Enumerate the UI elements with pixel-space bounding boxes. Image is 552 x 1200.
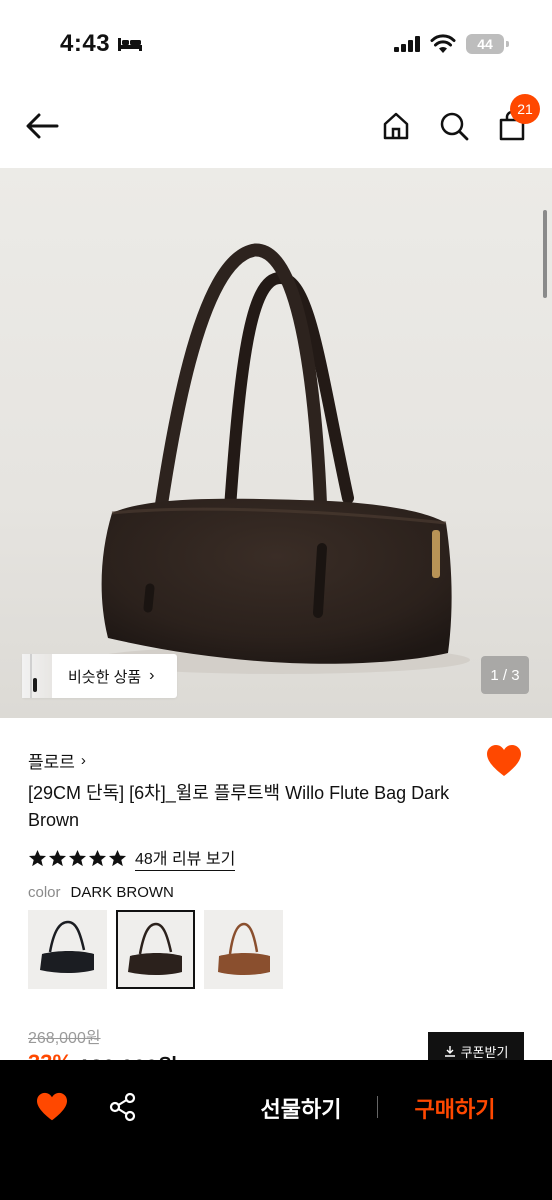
- color-row: color DARK BROWN: [28, 884, 174, 901]
- status-time: 4:43: [60, 30, 111, 57]
- swatch-brown[interactable]: [204, 910, 283, 989]
- heart-icon: [37, 1092, 67, 1121]
- divider: [377, 1096, 378, 1118]
- similar-products-button[interactable]: 비슷한 상품 ›: [22, 654, 177, 698]
- swatch-bag-image: [40, 920, 94, 973]
- product-title: [29CM 단독] [6차]_윌로 플루트백 Willo Flute Bag D…: [28, 783, 450, 830]
- product-image[interactable]: [0, 168, 552, 718]
- download-icon: [444, 1046, 455, 1057]
- star-icon: [48, 849, 67, 866]
- buy-button[interactable]: 구매하기: [392, 1090, 518, 1126]
- home-button[interactable]: [378, 108, 414, 144]
- share-icon: [109, 1092, 136, 1122]
- star-icon: [108, 849, 127, 866]
- brand-link[interactable]: 플로르 ›: [28, 748, 86, 773]
- bottom-wishlist-button[interactable]: [36, 1092, 68, 1124]
- rating-stars: [28, 849, 127, 868]
- search-icon: [440, 112, 469, 141]
- back-button[interactable]: [24, 108, 60, 144]
- heart-icon: [487, 745, 521, 776]
- wishlist-button[interactable]: [486, 744, 522, 780]
- swatch-bag-image: [128, 922, 182, 975]
- brand-name: 플로르: [28, 753, 75, 772]
- search-button[interactable]: [436, 108, 472, 144]
- battery-indicator: 44: [466, 34, 509, 54]
- star-icon: [88, 849, 107, 866]
- chevron-right-icon: ›: [80, 752, 86, 769]
- similar-products-label: 비슷한 상품: [68, 668, 142, 686]
- color-value: DARK BROWN: [70, 884, 174, 901]
- battery-level: 44: [477, 36, 493, 52]
- similar-products-thumbnail: [22, 654, 52, 698]
- color-label: color: [28, 884, 61, 901]
- star-icon: [28, 849, 47, 866]
- gift-button[interactable]: 선물하기: [238, 1090, 364, 1126]
- cart-count-badge: 21: [510, 94, 540, 124]
- product-photo-bag: [90, 243, 470, 674]
- home-icon: [383, 112, 409, 140]
- arrow-left-icon: [26, 113, 59, 139]
- share-button[interactable]: [108, 1092, 138, 1122]
- sleep-mode-icon: [118, 38, 142, 51]
- image-scrollbar[interactable]: [543, 210, 547, 298]
- swatch-dark-brown[interactable]: [116, 910, 195, 989]
- star-icon: [68, 849, 87, 866]
- swatch-black[interactable]: [28, 910, 107, 989]
- coupon-label: 쿠폰받기: [460, 1044, 509, 1060]
- app-header: [0, 84, 552, 168]
- review-link[interactable]: 48개 리뷰 보기: [135, 845, 236, 871]
- status-bar: 4:43 44: [0, 0, 552, 84]
- original-price: 268,000원: [28, 1030, 101, 1047]
- rating-row: 48개 리뷰 보기: [28, 845, 236, 871]
- image-page-indicator: 1 / 3: [481, 656, 529, 694]
- wifi-icon: [430, 34, 456, 53]
- cellular-signal-icon: [394, 36, 420, 52]
- bottom-action-bar: 선물하기 구매하기: [0, 1060, 552, 1200]
- swatch-bag-image: [218, 922, 270, 975]
- color-swatches: [28, 910, 283, 989]
- chevron-right-icon: ›: [149, 667, 155, 684]
